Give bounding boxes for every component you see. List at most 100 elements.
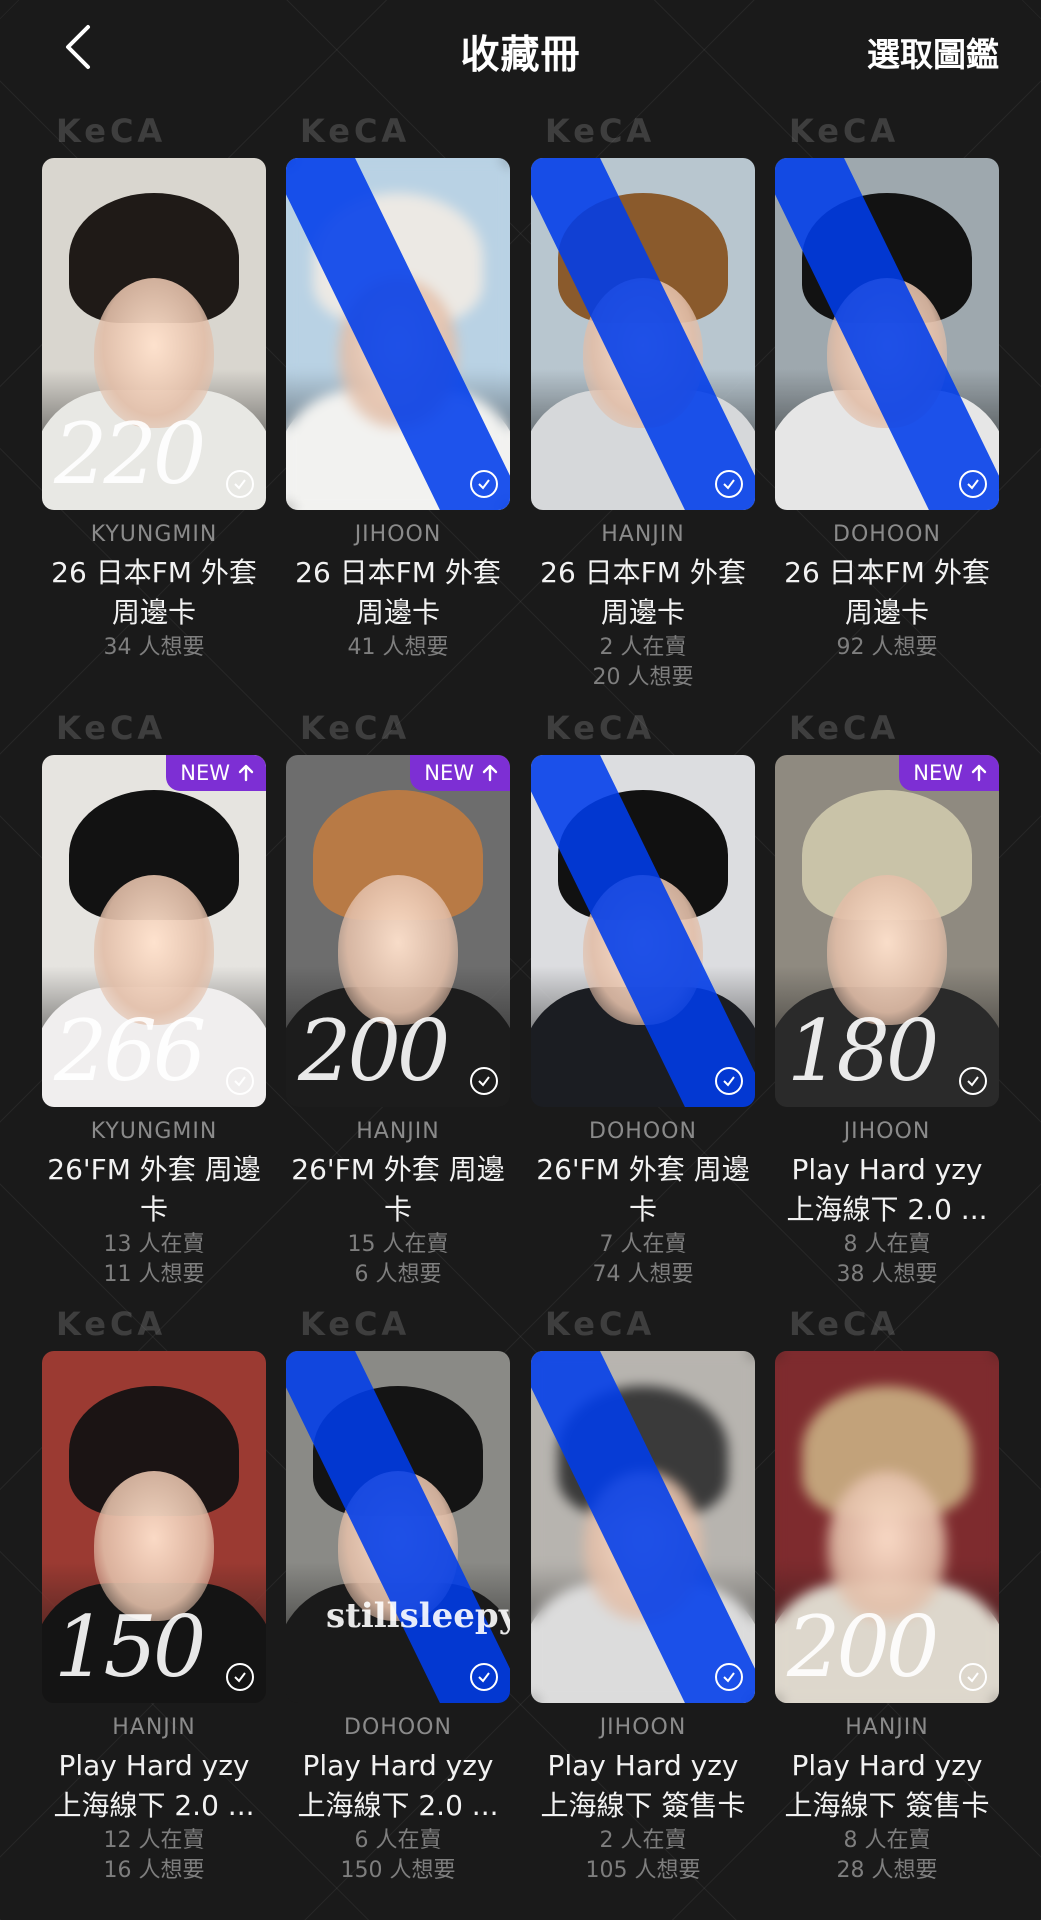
card-photo[interactable]: 266 NEW bbox=[42, 755, 266, 1107]
select-check-icon[interactable] bbox=[959, 1067, 987, 1095]
member-name: JIHOON bbox=[843, 1119, 931, 1144]
card-title-line: Play Hard yzy bbox=[791, 1153, 983, 1186]
photocard-item[interactable]: KeCA 266 NEW KYUNGMIN 26'FM 外套 周邊卡 13 人在賣 11 人… bbox=[42, 709, 266, 1290]
card-stat: 41 人想要 bbox=[347, 635, 449, 660]
photocard-item[interactable]: KeCA DOHOON 26 日本FM 外套 周邊卡 92 人想要 bbox=[775, 112, 999, 663]
keca-watermark: KeCA bbox=[789, 1305, 900, 1343]
card-stat: 38 人想要 bbox=[836, 1262, 938, 1287]
keca-watermark: KeCA bbox=[300, 709, 411, 747]
card-title-line: 26 日本FM 外套 bbox=[295, 556, 501, 589]
member-name: HANJIN bbox=[845, 1715, 929, 1740]
card-stat: 8 人在賣 bbox=[843, 1828, 931, 1853]
handwritten-note: 220 bbox=[54, 405, 206, 503]
handwritten-note: 266 bbox=[54, 1002, 206, 1100]
card-title-line: 周邊卡 bbox=[600, 596, 685, 629]
card-stat: 8 人在賣 bbox=[843, 1232, 931, 1257]
card-stat: 6 人在賣 bbox=[354, 1828, 442, 1853]
card-photo[interactable] bbox=[775, 158, 999, 510]
keca-watermark: KeCA bbox=[789, 709, 900, 747]
select-check-icon[interactable] bbox=[715, 470, 743, 498]
member-name: JIHOON bbox=[354, 522, 442, 547]
card-stat: 2 人在賣 bbox=[599, 1828, 687, 1853]
handwritten-note: 200 bbox=[787, 1598, 939, 1696]
photocard-item[interactable]: KeCA 150 HANJIN Play Hard yzy 上海線下 2.0 ... 12… bbox=[42, 1305, 266, 1886]
keca-watermark: KeCA bbox=[545, 709, 656, 747]
card-title-line: 上海線下 2.0 ... bbox=[297, 1789, 499, 1822]
card-photo[interactable] bbox=[531, 158, 755, 510]
card-title-line: Play Hard yzy bbox=[58, 1749, 250, 1782]
card-title-line: Play Hard yzy bbox=[547, 1749, 739, 1782]
card-photo[interactable]: 150 bbox=[42, 1351, 266, 1703]
member-name: HANJIN bbox=[601, 522, 685, 547]
card-title-line: 周邊卡 bbox=[844, 596, 929, 629]
select-check-icon[interactable] bbox=[470, 1067, 498, 1095]
card-stat: 92 人想要 bbox=[836, 635, 938, 660]
select-catalog-button[interactable]: 選取圖鑑 bbox=[867, 28, 999, 76]
card-photo[interactable]: 220 bbox=[42, 158, 266, 510]
card-title-line: 26'FM 外套 周邊 bbox=[536, 1153, 750, 1186]
card-title-line: 周邊卡 bbox=[355, 596, 440, 629]
card-title-line: 卡 bbox=[628, 1193, 657, 1226]
arrow-up-icon bbox=[971, 764, 987, 782]
photocard-item[interactable]: KeCA 180 NEW JIHOON Play Hard yzy 上海線下 2.0 ..… bbox=[775, 709, 999, 1290]
top-bar: 收藏冊 選取圖鑑 bbox=[0, 0, 1041, 100]
card-stat: 13 人在賣 bbox=[103, 1232, 205, 1257]
select-check-icon[interactable] bbox=[959, 1663, 987, 1691]
card-stat: 105 人想要 bbox=[585, 1858, 701, 1883]
member-name: DOHOON bbox=[344, 1715, 452, 1740]
photocard-item[interactable]: KeCA HANJIN 26 日本FM 外套 周邊卡 2 人在賣 20 人想要 bbox=[531, 112, 755, 693]
keca-watermark: KeCA bbox=[56, 112, 167, 150]
keca-watermark: KeCA bbox=[300, 112, 411, 150]
card-photo[interactable] bbox=[531, 1351, 755, 1703]
card-stat: 12 人在賣 bbox=[103, 1828, 205, 1853]
card-title-line: 26 日本FM 外套 bbox=[784, 556, 990, 589]
keca-watermark: KeCA bbox=[545, 112, 656, 150]
card-title-line: 上海線下 2.0 ... bbox=[53, 1789, 255, 1822]
member-name: DOHOON bbox=[589, 1119, 697, 1144]
card-title-line: 26'FM 外套 周邊 bbox=[47, 1153, 261, 1186]
card-photo[interactable] bbox=[531, 755, 755, 1107]
keca-watermark: KeCA bbox=[789, 112, 900, 150]
card-stat: 16 人想要 bbox=[103, 1858, 205, 1883]
card-photo[interactable]: 180 NEW bbox=[775, 755, 999, 1107]
keca-watermark: KeCA bbox=[300, 1305, 411, 1343]
photocard-item[interactable]: KeCA DOHOON 26'FM 外套 周邊卡 7 人在賣 74 人想要 bbox=[531, 709, 755, 1290]
card-photo[interactable]: stillsleepy bbox=[286, 1351, 510, 1703]
card-title-line: Play Hard yzy bbox=[791, 1749, 983, 1782]
card-stat: 11 人想要 bbox=[103, 1262, 205, 1287]
photocard-item[interactable]: KeCA JIHOON Play Hard yzy 上海線下 簽售卡 2 人在賣 105 … bbox=[531, 1305, 755, 1886]
member-name: HANJIN bbox=[112, 1715, 196, 1740]
card-title-line: 上海線下 簽售卡 bbox=[540, 1789, 746, 1822]
card-stat: 150 人想要 bbox=[340, 1858, 456, 1883]
photocard-item[interactable]: KeCA 200 HANJIN Play Hard yzy 上海線下 簽售卡 8 人在賣 2… bbox=[775, 1305, 999, 1886]
card-title-line: 26'FM 外套 周邊 bbox=[291, 1153, 505, 1186]
select-check-icon[interactable] bbox=[470, 470, 498, 498]
new-badge: NEW bbox=[899, 755, 999, 791]
select-check-icon[interactable] bbox=[226, 1067, 254, 1095]
photocard-item[interactable]: KeCA JIHOON 26 日本FM 外套 周邊卡 41 人想要 bbox=[286, 112, 510, 663]
handwritten-note: 180 bbox=[787, 1002, 939, 1100]
card-title-line: 上海線下 2.0 ... bbox=[786, 1193, 988, 1226]
card-title-line: Play Hard yzy bbox=[302, 1749, 494, 1782]
card-photo[interactable]: 200 bbox=[775, 1351, 999, 1703]
photocard-item[interactable]: KeCA stillsleepy DOHOON Play Hard yzy 上海線下 2… bbox=[286, 1305, 510, 1886]
select-check-icon[interactable] bbox=[959, 470, 987, 498]
new-badge: NEW bbox=[166, 755, 266, 791]
select-check-icon[interactable] bbox=[715, 1067, 743, 1095]
keca-watermark: KeCA bbox=[56, 1305, 167, 1343]
handwritten-note: stillsleepy bbox=[326, 1596, 510, 1636]
photocard-item[interactable]: KeCA 220 KYUNGMIN 26 日本FM 外套 周邊卡 34 人想要 bbox=[42, 112, 266, 663]
photocard-item[interactable]: KeCA 200 NEW HANJIN 26'FM 外套 周邊卡 15 人在賣 6 人想要 bbox=[286, 709, 510, 1290]
new-badge-label: NEW bbox=[180, 761, 230, 785]
keca-watermark: KeCA bbox=[56, 709, 167, 747]
select-check-icon[interactable] bbox=[470, 1663, 498, 1691]
select-check-icon[interactable] bbox=[226, 470, 254, 498]
card-stat: 34 人想要 bbox=[103, 635, 205, 660]
card-photo[interactable]: 200 NEW bbox=[286, 755, 510, 1107]
select-check-icon[interactable] bbox=[715, 1663, 743, 1691]
arrow-up-icon bbox=[238, 764, 254, 782]
select-check-icon[interactable] bbox=[226, 1663, 254, 1691]
card-photo[interactable] bbox=[286, 158, 510, 510]
card-stat: 6 人想要 bbox=[354, 1262, 442, 1287]
arrow-up-icon bbox=[482, 764, 498, 782]
